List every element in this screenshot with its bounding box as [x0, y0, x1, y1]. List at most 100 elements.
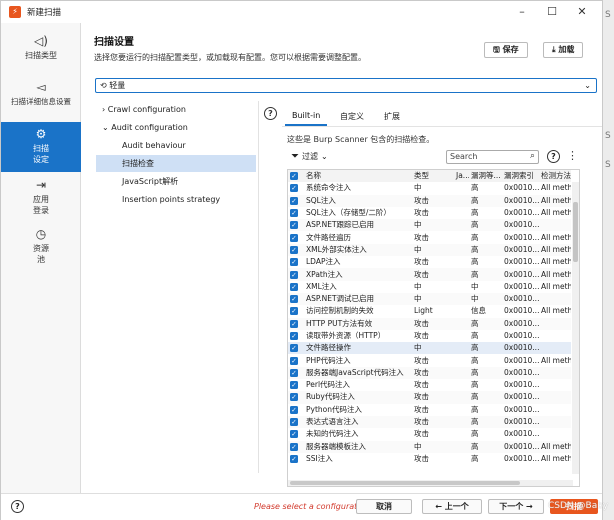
row-checkbox[interactable]: ✓ [288, 268, 304, 280]
table-row[interactable]: ✓ XML外部实体注入 中 高 0x0010... All meth [288, 243, 571, 257]
table-row[interactable]: ✓ HTTP PUT方法有效 攻击 高 0x0010... [288, 317, 571, 330]
close-icon[interactable]: ✕ [567, 1, 597, 23]
row-checkbox[interactable]: ✓ [288, 354, 304, 366]
search-input[interactable]: Search ⌕ [446, 150, 539, 164]
table-row[interactable]: ✓ SQL注入（存储型/二阶） 攻击 高 0x0010... All meth [288, 206, 571, 220]
tab-custom[interactable]: 自定义 [340, 111, 364, 122]
table-cell: All meth [541, 257, 571, 267]
table-cell: ASP.NET调试已启用 [306, 294, 375, 304]
column-header[interactable]: 漏洞等... [469, 170, 502, 182]
row-checkbox[interactable]: ✓ [288, 219, 304, 231]
tab-built-in[interactable]: Built-in [292, 111, 320, 120]
table-cell: 0x0010... [504, 367, 539, 377]
column-header[interactable]: Ja... [454, 170, 469, 182]
help-icon[interactable]: ? [11, 500, 24, 513]
table-cell: 攻击 [414, 367, 429, 377]
column-header[interactable]: 漏洞索引 [502, 170, 539, 182]
column-header[interactable]: 检测方法 [539, 170, 571, 182]
column-header[interactable]: 类型 [412, 170, 454, 182]
tree-item-scan-checks[interactable]: 扫描检查 [96, 155, 256, 172]
save-button[interactable]: 🖫 保存 [484, 42, 528, 58]
sidebar-item-scan-settings[interactable]: ⚙ 扫描 设定 [1, 122, 81, 172]
row-checkbox[interactable]: ✓ [288, 305, 304, 317]
table-row[interactable]: ✓ 服务器端模板注入 中 高 0x0010... All meth [288, 440, 571, 453]
table-row[interactable]: ✓ XPath注入 攻击 高 0x0010... All meth [288, 268, 571, 281]
preset-value: 轻量 [109, 81, 126, 90]
table-row[interactable]: ✓ 访问控制机制的失效 Light 信息 0x0010... All meth [288, 305, 571, 318]
footer-bar: ? Please select a configuration 取消 ← 上一个… [1, 493, 602, 520]
row-checkbox[interactable]: ✓ [288, 367, 304, 379]
row-checkbox[interactable]: ✓ [288, 342, 304, 354]
cancel-button[interactable]: 取消 [356, 499, 412, 514]
preset-select[interactable]: ⟲ 轻量 ⌄ [95, 78, 597, 93]
previous-button[interactable]: ← 上一个 [422, 499, 482, 514]
sidebar-item-scan-type[interactable]: ◁) 扫描类型 [1, 31, 81, 71]
row-checkbox[interactable]: ✓ [288, 318, 304, 330]
tree-item-javascript[interactable]: JavaScript解析 [96, 173, 256, 190]
search-icon: ⌕ [529, 151, 535, 161]
next-button[interactable]: 下一个 → [488, 499, 544, 514]
table-row[interactable]: ✓ Python代码注入 攻击 高 0x0010... [288, 403, 571, 416]
table-cell: 高 [471, 208, 479, 218]
table-row[interactable]: ✓ 文件路径遍历 攻击 高 0x0010... All meth [288, 231, 571, 244]
load-button[interactable]: ⤓ 加载 [543, 42, 584, 58]
table-row[interactable]: ✓ LDAP注入 攻击 高 0x0010... All meth [288, 256, 571, 269]
tree-item-crawl[interactable]: › Crawl configuration [96, 101, 256, 118]
maximize-icon[interactable]: ☐ [537, 1, 567, 23]
table-row[interactable]: ✓ Ruby代码注入 攻击 高 0x0010... [288, 391, 571, 404]
tab-extensions[interactable]: 扩展 [384, 111, 400, 122]
table-cell [539, 379, 571, 391]
table-cell: 中 [414, 183, 422, 193]
table-row[interactable]: ✓ ASP.NET调试已启用 中 中 0x0010... [288, 292, 571, 306]
filter-button[interactable]: ⏷ 过滤 ⌄ [291, 151, 328, 162]
more-options-icon[interactable]: ⋮ [567, 149, 578, 162]
row-checkbox[interactable]: ✓ [288, 231, 304, 243]
minimize-icon[interactable]: – [507, 1, 537, 23]
row-checkbox[interactable]: ✓ [288, 293, 304, 305]
tree-item-audit-behaviour[interactable]: Audit behaviour [96, 137, 256, 154]
table-row[interactable]: ✓ XML注入 中 中 0x0010... All meth [288, 280, 571, 293]
table-row[interactable]: ✓ 系统命令注入 中 高 0x0010... All meth [288, 182, 571, 195]
row-checkbox[interactable]: ✓ [288, 207, 304, 219]
row-checkbox[interactable]: ✓ [288, 404, 304, 416]
table-cell: All meth [541, 183, 571, 193]
table-cell [454, 330, 469, 342]
table-row[interactable]: ✓ 文件路径操作 中 高 0x0010... [288, 342, 571, 355]
watermark: CSDN @Baby [548, 501, 609, 511]
sidebar-item-scan-details[interactable]: ◅ 扫描详细信息设置 [1, 77, 81, 117]
row-checkbox[interactable]: ✓ [288, 244, 304, 256]
vertical-scrollbar[interactable] [572, 182, 579, 474]
table-row[interactable]: ✓ 服务器端JavaScript代码注入 攻击 高 0x0010... [288, 366, 571, 380]
table-cell: 0x0010... [504, 294, 539, 304]
chevron-right-icon: › [102, 105, 106, 114]
row-checkbox[interactable]: ✓ [288, 428, 304, 440]
row-checkbox[interactable]: ✓ [288, 441, 304, 453]
row-checkbox[interactable]: ✓ [288, 195, 304, 207]
table-row[interactable]: ✓ ASP.NET跟踪已启用 中 高 0x0010... [288, 219, 571, 232]
table-row[interactable]: ✓ 未知的代码注入 攻击 高 0x0010... [288, 428, 571, 441]
help-icon[interactable]: ? [264, 107, 277, 120]
table-row[interactable]: ✓ PHP代码注入 攻击 高 0x0010... All meth [288, 354, 571, 367]
help-icon[interactable]: ? [547, 150, 560, 163]
row-checkbox[interactable]: ✓ [288, 416, 304, 428]
row-checkbox[interactable]: ✓ [288, 281, 304, 293]
table-row[interactable]: ✓ SSI注入 攻击 高 0x0010... All meth [288, 452, 571, 466]
tree-item-insertion-points[interactable]: Insertion points strategy [96, 191, 256, 208]
row-checkbox[interactable]: ✓ [288, 453, 304, 465]
row-checkbox[interactable]: ✓ [288, 391, 304, 403]
sidebar-item-app-login[interactable]: ⇥ 应用 登录 [1, 175, 81, 215]
row-checkbox[interactable]: ✓ [288, 379, 304, 391]
tree-item-audit[interactable]: ⌄ Audit configuration [96, 119, 256, 136]
select-all-checkbox[interactable]: ✓ [288, 170, 304, 182]
table-row[interactable]: ✓ 表达式语言注入 攻击 高 0x0010... [288, 415, 571, 429]
horizontal-scrollbar[interactable] [288, 480, 573, 486]
row-checkbox[interactable]: ✓ [288, 330, 304, 342]
column-header[interactable]: 名称 [304, 170, 412, 182]
row-checkbox[interactable]: ✓ [288, 256, 304, 268]
table-row[interactable]: ✓ SQL注入 攻击 高 0x0010... All meth [288, 194, 571, 207]
table-cell: All meth [541, 281, 571, 291]
row-checkbox[interactable]: ✓ [288, 182, 304, 194]
table-row[interactable]: ✓ 读取带外资源（HTTP） 攻击 高 0x0010... [288, 329, 571, 343]
table-row[interactable]: ✓ Perl代码注入 攻击 高 0x0010... [288, 379, 571, 392]
sidebar-item-resource-pool[interactable]: ◷ 资源 池 [1, 224, 81, 264]
